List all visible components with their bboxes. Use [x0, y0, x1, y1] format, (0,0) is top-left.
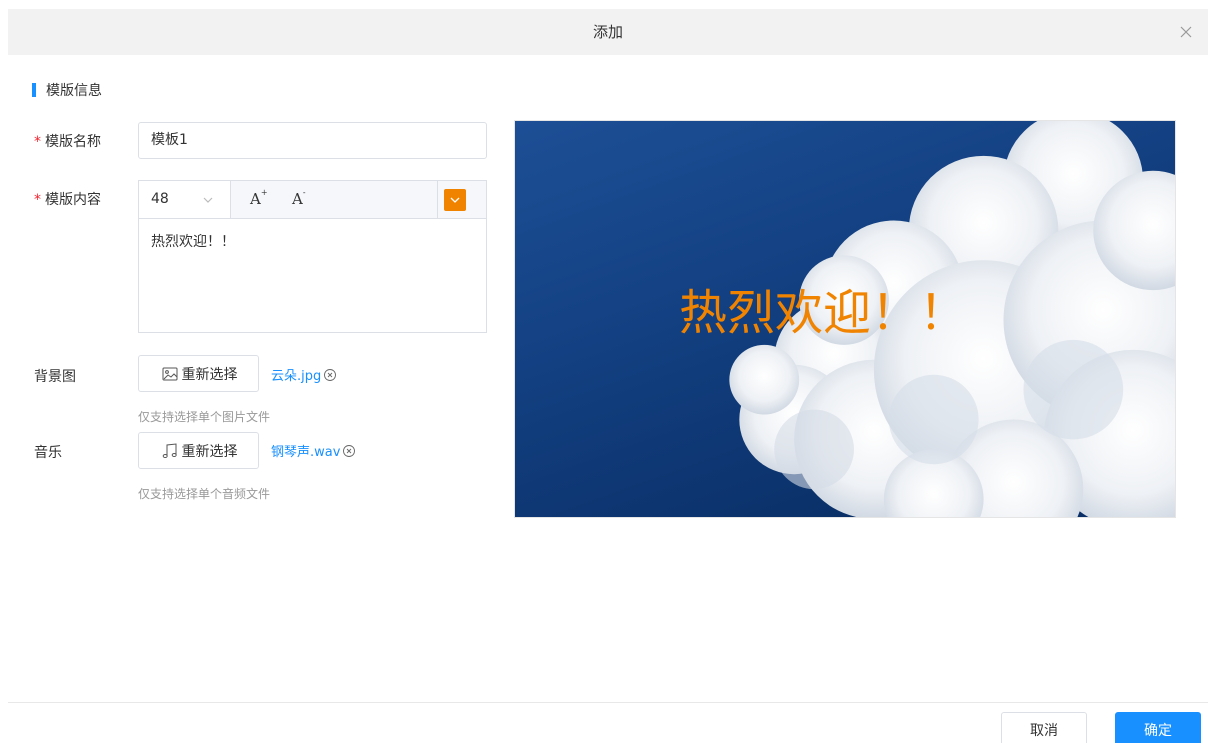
close-icon[interactable] [1176, 22, 1196, 42]
background-file-link[interactable]: 云朵.jpg [271, 365, 337, 384]
music-label: 音乐 [34, 445, 62, 461]
editor-text-area[interactable]: 热烈欢迎！！ [139, 219, 486, 333]
confirm-button[interactable]: 确定 [1115, 712, 1201, 743]
dialog-header: 添加 [8, 9, 1208, 55]
cancel-button[interactable]: 取消 [1001, 712, 1087, 743]
required-mark: * [34, 134, 41, 150]
editor-toolbar: 48 A+ A- [139, 181, 486, 219]
remove-file-icon[interactable] [342, 444, 356, 458]
preview-text: 热烈欢迎！！ [679, 285, 968, 341]
toolbar-divider [437, 181, 438, 218]
music-reselect-button[interactable]: 重新选择 [138, 432, 259, 469]
music-file-link[interactable]: 钢琴声.wav [271, 441, 356, 460]
template-content-label: * 模版内容 [34, 192, 101, 208]
template-preview: 热烈欢迎！！ [514, 120, 1176, 518]
background-label: 背景图 [34, 369, 76, 385]
section-accent-bar [32, 83, 36, 97]
dialog-title: 添加 [592, 23, 623, 41]
font-decrease-button[interactable]: A- [292, 188, 306, 208]
chevron-down-icon [203, 197, 213, 203]
music-note-icon [162, 442, 177, 458]
section-title: 模版信息 [46, 83, 102, 99]
section-header: 模版信息 [32, 80, 102, 100]
font-size-value: 48 [151, 191, 169, 207]
template-content-editor: 48 A+ A- 热烈欢迎！！ [138, 180, 487, 333]
chevron-down-icon [450, 197, 460, 203]
music-hint: 仅支持选择单个音频文件 [138, 487, 271, 501]
text-color-picker[interactable] [444, 189, 466, 211]
font-size-select[interactable]: 48 [139, 181, 231, 218]
template-name-label: * 模版名称 [34, 134, 101, 150]
font-increase-button[interactable]: A+ [250, 188, 268, 208]
required-mark: * [34, 192, 41, 208]
image-icon [162, 367, 177, 380]
remove-file-icon[interactable] [323, 368, 337, 382]
template-name-input[interactable]: 模板1 [138, 122, 487, 159]
background-hint: 仅支持选择单个图片文件 [138, 410, 271, 424]
footer-divider [8, 702, 1208, 703]
background-reselect-button[interactable]: 重新选择 [138, 355, 259, 392]
